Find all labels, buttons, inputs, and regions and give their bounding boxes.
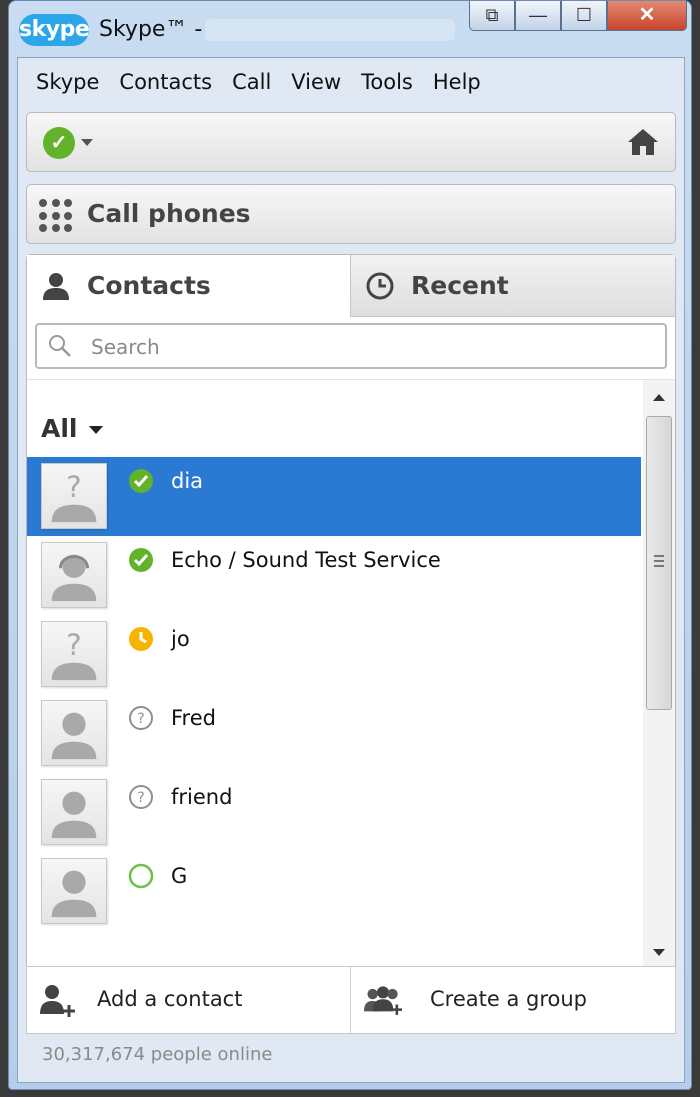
search-box[interactable] bbox=[35, 323, 667, 369]
call-phones-button[interactable]: Call phones bbox=[26, 184, 676, 244]
svg-text:?: ? bbox=[137, 790, 144, 806]
contact-row[interactable]: G bbox=[27, 852, 641, 931]
pending-presence-icon: ? bbox=[129, 706, 153, 730]
contact-list: All ? dia Echo / Sound Test Service ? jo… bbox=[27, 379, 675, 969]
clock-icon bbox=[366, 272, 394, 300]
search-icon bbox=[49, 335, 71, 357]
menu-view[interactable]: View bbox=[281, 70, 351, 94]
svg-text:?: ? bbox=[66, 628, 81, 662]
contact-row[interactable]: ? Fred bbox=[27, 694, 641, 773]
contact-name: G bbox=[171, 864, 188, 888]
headset-avatar-icon bbox=[41, 542, 107, 608]
away-presence-icon bbox=[129, 627, 153, 651]
menu-contacts[interactable]: Contacts bbox=[109, 70, 222, 94]
call-phones-label: Call phones bbox=[87, 199, 251, 228]
unknown-avatar-icon: ? bbox=[41, 463, 107, 529]
home-icon[interactable] bbox=[627, 127, 659, 157]
menu-help[interactable]: Help bbox=[423, 70, 491, 94]
skype-logo: skype bbox=[19, 14, 90, 46]
offline-presence-icon bbox=[128, 863, 154, 889]
svg-text:?: ? bbox=[137, 711, 144, 727]
contact-name: Echo / Sound Test Service bbox=[171, 548, 441, 572]
tab-contacts[interactable]: Contacts bbox=[27, 255, 351, 317]
add-contact-button[interactable]: Add a contact bbox=[27, 967, 351, 1033]
create-group-button[interactable]: Create a group bbox=[352, 967, 676, 1033]
window-controls: ⧉ — ☐ ✕ bbox=[469, 1, 687, 35]
default-avatar-icon bbox=[41, 700, 107, 766]
tab-bar: Contacts Recent bbox=[27, 255, 675, 317]
close-button[interactable]: ✕ bbox=[607, 1, 687, 31]
add-person-icon bbox=[40, 985, 75, 1017]
menu-tools[interactable]: Tools bbox=[351, 70, 423, 94]
menu-bar: Skype Contacts Call View Tools Help bbox=[18, 58, 684, 106]
contact-actions-bar: Add a contact Create a group bbox=[26, 966, 676, 1034]
contact-name: friend bbox=[171, 785, 233, 809]
contact-row[interactable]: ? jo bbox=[27, 615, 641, 694]
contact-list-scrollbar[interactable] bbox=[643, 380, 675, 969]
contact-row[interactable]: Echo / Sound Test Service bbox=[27, 536, 641, 615]
menu-skype[interactable]: Skype bbox=[18, 70, 109, 94]
chevron-down-icon[interactable] bbox=[89, 426, 103, 434]
person-icon bbox=[43, 273, 69, 300]
online-presence-icon bbox=[129, 469, 153, 493]
client-area: Skype Contacts Call View Tools Help ✓ Ca… bbox=[17, 57, 685, 1083]
maximize-button[interactable]: ☐ bbox=[561, 1, 607, 31]
tab-recent[interactable]: Recent bbox=[351, 255, 675, 317]
contact-name: jo bbox=[171, 627, 190, 651]
pending-presence-icon: ? bbox=[129, 785, 153, 809]
status-bar: ✓ bbox=[26, 112, 676, 172]
contact-row[interactable]: ? dia bbox=[27, 457, 641, 536]
search-input[interactable] bbox=[91, 333, 651, 361]
minimize-button[interactable]: — bbox=[515, 1, 561, 31]
scroll-down-icon[interactable] bbox=[653, 949, 665, 956]
skype-window: skype Skype™ - ⧉ — ☐ ✕ Skype Contacts Ca… bbox=[8, 0, 692, 1090]
chevron-down-icon[interactable] bbox=[81, 139, 93, 146]
contacts-panel: Contacts Recent All bbox=[26, 254, 676, 1032]
grip-icon bbox=[654, 555, 664, 570]
online-presence-icon bbox=[129, 548, 153, 572]
create-group-label: Create a group bbox=[430, 987, 587, 1011]
tab-contacts-label: Contacts bbox=[87, 271, 211, 300]
svg-text:?: ? bbox=[66, 470, 81, 504]
dialpad-icon bbox=[39, 199, 73, 233]
add-group-icon bbox=[364, 986, 402, 1015]
default-avatar-icon bbox=[41, 858, 107, 924]
unknown-avatar-icon: ? bbox=[41, 621, 107, 687]
group-filter-label[interactable]: All bbox=[41, 414, 78, 443]
default-avatar-icon bbox=[41, 779, 107, 845]
add-contact-label: Add a contact bbox=[97, 987, 243, 1011]
online-status-icon[interactable]: ✓ bbox=[43, 127, 75, 159]
contact-name: Fred bbox=[171, 706, 216, 730]
window-title: Skype™ - bbox=[99, 17, 203, 42]
online-count: 30,317,674 people online bbox=[42, 1044, 273, 1065]
redacted-username bbox=[205, 19, 455, 41]
scroll-thumb[interactable] bbox=[646, 416, 672, 710]
title-bar[interactable]: skype Skype™ - ⧉ — ☐ ✕ bbox=[9, 1, 691, 57]
tab-recent-label: Recent bbox=[411, 271, 509, 300]
contact-row[interactable]: ? friend bbox=[27, 773, 641, 852]
contact-name: dia bbox=[171, 469, 204, 493]
menu-call[interactable]: Call bbox=[222, 70, 281, 94]
restore-icon[interactable]: ⧉ bbox=[469, 1, 515, 31]
scroll-up-icon[interactable] bbox=[653, 394, 665, 401]
